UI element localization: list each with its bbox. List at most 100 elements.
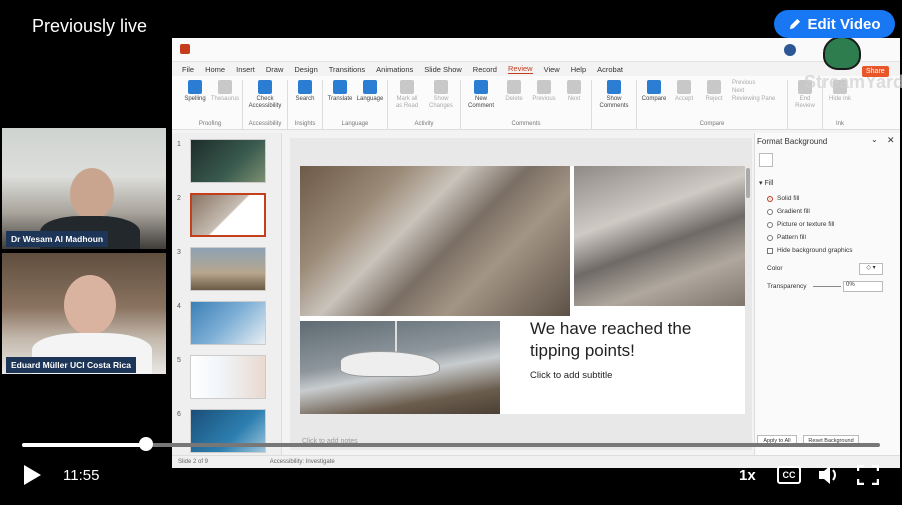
share-button[interactable]: Share <box>862 66 889 77</box>
slide-number: 4 <box>177 303 181 310</box>
streamyard-mascot-icon <box>823 36 861 70</box>
group-activity: Mark all as Read Show Changes Activity <box>388 80 461 129</box>
thesaurus-button[interactable]: Thesaurus <box>211 80 239 121</box>
radio[interactable] <box>767 208 773 215</box>
current-slide[interactable]: We have reached the tipping points! Clic… <box>300 166 745 414</box>
reviewing-pane-button[interactable]: Reviewing Pane <box>732 96 782 102</box>
mark-all-read-button[interactable]: Mark all as Read <box>393 80 421 121</box>
color-picker-button[interactable]: ◇ ▾ <box>859 263 883 275</box>
checkbox[interactable] <box>767 247 773 254</box>
playback-speed-button[interactable]: 1x <box>739 467 756 484</box>
boat-mast <box>395 321 397 355</box>
group-language: Translate Language Language <box>323 80 388 129</box>
slide-thumbnail-1[interactable] <box>190 139 266 183</box>
previous-comment-button[interactable]: Previous <box>532 80 556 121</box>
slide-subtitle[interactable]: Click to add subtitle <box>530 370 612 381</box>
slide-thumbnail-3[interactable] <box>190 247 266 291</box>
tab-view[interactable]: View <box>544 65 560 74</box>
transparency-slider[interactable] <box>813 286 841 287</box>
language-button[interactable]: Language <box>357 80 383 121</box>
show-changes-button[interactable]: Show Changes <box>427 80 455 121</box>
search-button[interactable]: Search <box>293 80 317 121</box>
tab-insert[interactable]: Insert <box>236 65 255 74</box>
group-accessibility: Check Accessibility Accessibility <box>243 80 288 129</box>
slide-thumbnail-5[interactable] <box>190 355 266 399</box>
previous-change-button[interactable]: Previous <box>732 80 782 86</box>
group-insights: Search Insights <box>288 80 323 129</box>
new-comment-button[interactable]: New Comment <box>466 80 496 121</box>
option-label: Gradient fill <box>777 208 810 215</box>
live-status-tag: Previously live <box>22 10 158 42</box>
tab-home[interactable]: Home <box>205 65 225 74</box>
participant-head <box>64 275 116 335</box>
gradient-fill-option[interactable]: Gradient fill <box>767 208 810 215</box>
fill-tab-icon[interactable] <box>759 153 773 167</box>
next-change-button[interactable]: Next <box>732 88 782 94</box>
captions-button[interactable]: CC <box>777 466 801 484</box>
edit-video-button[interactable]: Edit Video <box>774 10 895 38</box>
spelling-button[interactable]: Spelling <box>183 80 207 121</box>
chevron-down-icon[interactable]: ⌄ <box>871 135 878 144</box>
boat-flood-photo <box>300 321 500 414</box>
tab-review[interactable]: Review <box>507 64 533 74</box>
tab-draw[interactable]: Draw <box>266 65 284 74</box>
participant-video-2: Eduard Müller UCI Costa Rica <box>2 253 166 374</box>
tab-animations[interactable]: Animations <box>376 65 413 74</box>
fullscreen-button[interactable] <box>856 464 880 490</box>
current-time: 11:55 <box>63 467 100 484</box>
next-comment-button[interactable]: Next <box>562 80 586 121</box>
play-button[interactable] <box>22 464 42 491</box>
transparency-input[interactable]: 0% <box>843 281 883 292</box>
compare-button[interactable]: Compare <box>642 80 666 121</box>
accessibility-status[interactable]: Accessibility: Investigate <box>270 459 335 465</box>
slide-number: 6 <box>177 411 181 418</box>
show-comments-button[interactable]: Show Comments <box>597 80 631 127</box>
option-label: Pattern fill <box>777 234 806 241</box>
tab-file[interactable]: File <box>182 65 194 74</box>
fill-section-header[interactable]: ▾ Fill <box>759 179 773 187</box>
tab-transitions[interactable]: Transitions <box>329 65 365 74</box>
tab-record[interactable]: Record <box>473 65 497 74</box>
translate-icon <box>333 80 347 94</box>
radio[interactable] <box>767 195 773 202</box>
pattern-fill-option[interactable]: Pattern fill <box>767 234 806 241</box>
slide-canvas: We have reached the tipping points! Clic… <box>290 138 752 450</box>
reject-button[interactable]: Reject <box>702 80 726 121</box>
translate-button[interactable]: Translate <box>328 80 352 121</box>
picture-fill-option[interactable]: Picture or texture fill <box>767 221 834 228</box>
volume-icon <box>819 466 836 484</box>
radio[interactable] <box>767 221 773 228</box>
title-bar <box>172 38 900 62</box>
compare-small-buttons: Previous Next Reviewing Pane <box>732 80 782 121</box>
powerpoint-window: File Home Insert Draw Design Transitions… <box>172 38 900 468</box>
user-avatar[interactable] <box>784 44 796 56</box>
solid-fill-option[interactable]: Solid fill <box>767 195 799 202</box>
ribbon-tabs: File Home Insert Draw Design Transitions… <box>172 62 900 76</box>
slide-thumbnail-2[interactable] <box>190 193 266 237</box>
slide-number: 5 <box>177 357 181 364</box>
close-pane-icon[interactable]: ✕ <box>887 135 895 146</box>
pane-title: Format Background <box>757 137 828 146</box>
tab-help[interactable]: Help <box>571 65 586 74</box>
tab-slide-show[interactable]: Slide Show <box>424 65 462 74</box>
radio[interactable] <box>767 234 773 241</box>
slide-thumbnail-4[interactable] <box>190 301 266 345</box>
participant-name: Dr Wesam Al Madhoun <box>6 231 109 247</box>
vertical-scrollbar[interactable] <box>746 168 750 198</box>
hide-bg-graphics-option[interactable]: Hide background graphics <box>767 247 853 254</box>
accept-icon <box>677 80 691 94</box>
slide-number: 3 <box>177 249 181 256</box>
transparency-label: Transparency <box>767 283 807 290</box>
accept-button[interactable]: Accept <box>672 80 696 121</box>
color-row: Color <box>767 265 783 272</box>
tab-design[interactable]: Design <box>294 65 317 74</box>
tab-acrobat[interactable]: Acrobat <box>597 65 623 74</box>
option-label: Picture or texture fill <box>777 221 835 228</box>
ribbon: Spelling Thesaurus Proofing Check Access… <box>172 76 900 130</box>
progress-handle[interactable] <box>139 437 154 451</box>
check-accessibility-button[interactable]: Check Accessibility <box>248 80 282 121</box>
participant-head <box>70 168 114 220</box>
slide-title[interactable]: We have reached the tipping points! <box>530 318 730 362</box>
volume-button[interactable] <box>817 464 841 491</box>
delete-comment-button[interactable]: Delete <box>502 80 526 121</box>
